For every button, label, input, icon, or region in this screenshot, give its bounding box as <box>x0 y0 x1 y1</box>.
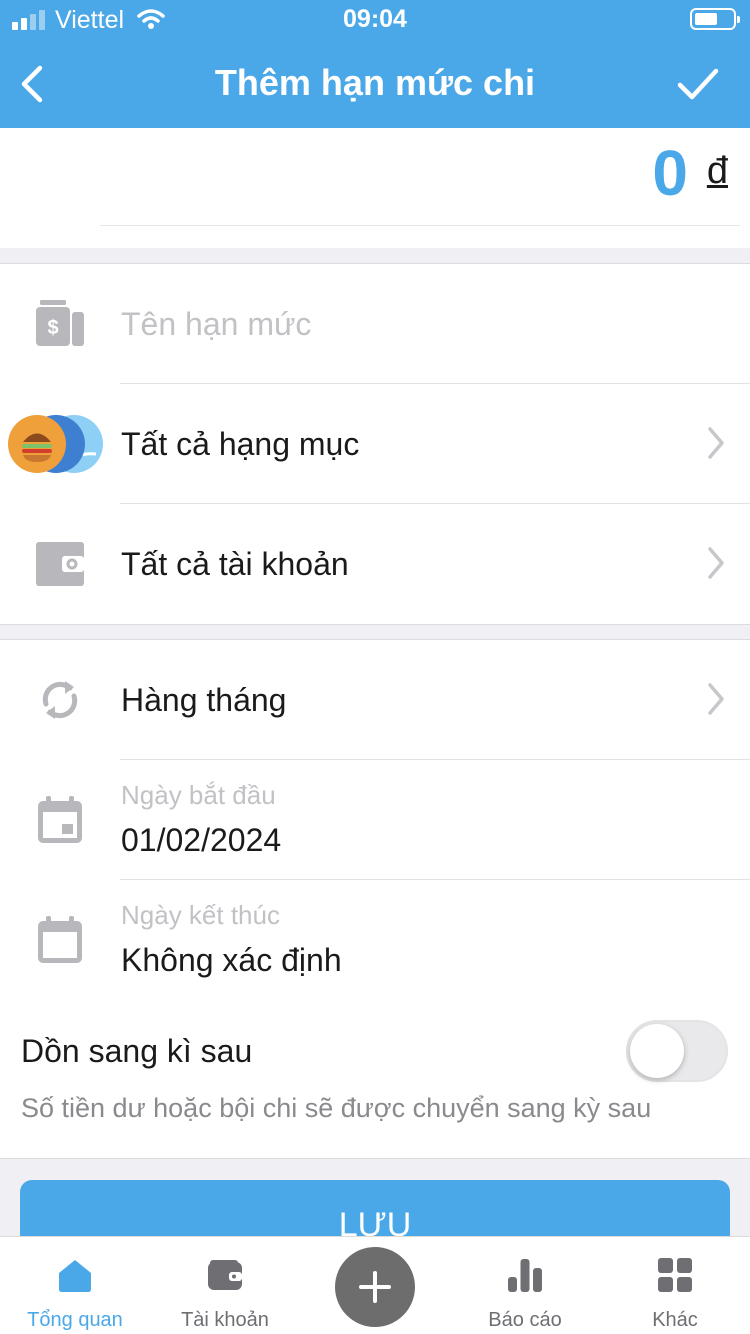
money-jar-icon: $ <box>36 300 84 346</box>
tab-label: Tổng quan <box>27 1309 123 1331</box>
start-date-label: Ngày bắt đầu <box>121 780 276 810</box>
chevron-right-icon <box>708 427 724 459</box>
end-date-row[interactable]: Ngày kết thúc Không xác định <box>0 880 750 1000</box>
add-transaction-button[interactable] <box>335 1247 415 1327</box>
tab-accounts[interactable]: Tài khoản <box>150 1237 300 1334</box>
budget-name-placeholder[interactable]: Tên hạn mức <box>121 306 311 343</box>
checkmark-icon[interactable] <box>674 62 722 106</box>
wallet-icon <box>208 1260 242 1290</box>
tab-more[interactable]: Khác <box>600 1237 750 1334</box>
tab-reports[interactable]: Báo cáo <box>450 1237 600 1334</box>
tab-label: Khác <box>652 1309 698 1331</box>
category-row[interactable]: Tất cả hạng mục <box>0 384 750 504</box>
repeat-row[interactable]: Hàng tháng <box>0 640 750 760</box>
page-title: Thêm hạn mức chi <box>214 62 536 103</box>
battery-icon <box>690 8 740 30</box>
start-date-value: 01/02/2024 <box>121 822 282 858</box>
bar-chart-icon <box>508 1259 542 1292</box>
status-time: 09:04 <box>343 5 407 33</box>
end-date-value: Không xác định <box>121 942 342 978</box>
carry-over-title: Dồn sang kì sau <box>21 1033 253 1069</box>
carry-over-section: Dồn sang kì sau Số tiền dư hoặc bội chi … <box>0 999 750 1159</box>
carry-over-description: Số tiền dư hoặc bội chi sẽ được chuyển s… <box>21 1093 652 1123</box>
currency-symbol: đ <box>706 150 728 192</box>
svg-text:$: $ <box>47 317 58 339</box>
account-label: Tất cả tài khoản <box>121 546 349 582</box>
category-label: Tất cả hạng mục <box>121 426 360 462</box>
wallet-icon <box>36 542 84 586</box>
chevron-right-icon <box>708 683 724 715</box>
repeat-label: Hàng tháng <box>121 682 287 718</box>
plus-icon <box>359 1271 391 1303</box>
amount-underline <box>100 225 740 226</box>
tab-label: Báo cáo <box>488 1309 562 1331</box>
end-date-label: Ngày kết thúc <box>121 900 280 930</box>
start-date-row[interactable]: Ngày bắt đầu 01/02/2024 <box>0 760 750 880</box>
header: Thêm hạn mức chi <box>0 40 750 128</box>
carry-over-toggle[interactable] <box>626 1020 728 1082</box>
home-icon <box>59 1260 91 1292</box>
amount-input[interactable]: 0 đ <box>0 128 750 248</box>
period-group: Hàng tháng Ngày bắt đầu 01/02/2024 Ngày … <box>0 639 750 1000</box>
account-row[interactable]: Tất cả tài khoản <box>0 504 750 624</box>
status-bar: Viettel 09:04 <box>0 0 750 40</box>
tab-overview[interactable]: Tổng quan <box>0 1237 150 1334</box>
budget-name-row[interactable]: $ Tên hạn mức <box>0 264 750 384</box>
budget-details-group: $ Tên hạn mức Tất cả hạng mục Tất cả tài… <box>0 263 750 625</box>
chevron-right-icon <box>708 547 724 579</box>
amount-value: 0 <box>652 137 688 209</box>
calendar-icon <box>38 916 82 963</box>
tab-bar: Tổng quan Tài khoản Báo cáo Khác <box>0 1236 750 1334</box>
category-stack-icon <box>8 415 103 473</box>
tab-label: Tài khoản <box>181 1309 269 1331</box>
calendar-icon <box>38 796 82 843</box>
grid-icon <box>658 1258 692 1292</box>
repeat-icon <box>42 681 78 719</box>
